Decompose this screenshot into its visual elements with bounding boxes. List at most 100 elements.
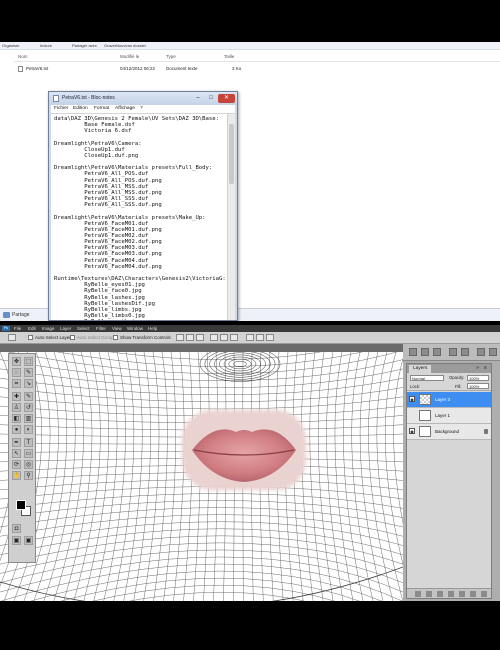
column-type[interactable]: Type [166,54,176,59]
ps-menu-layer[interactable]: Layer [60,325,71,332]
type-tool[interactable]: T [24,438,33,447]
zoom-tool[interactable]: ⚲ [24,471,33,480]
toolbar-share[interactable]: Partager avec [72,42,97,50]
ps-menu-file[interactable]: File [14,325,21,332]
notepad-scrollbar[interactable] [227,114,235,320]
marquee-tool[interactable]: ⬚ [24,357,33,366]
adjustment-layer-icon[interactable] [448,591,454,597]
align-bottom-icon[interactable] [196,334,204,341]
tab-layers[interactable]: Layers [409,365,432,373]
3d-rotate-tool[interactable]: ⟳ [12,460,21,469]
dodge-tool[interactable]: ◐ [24,425,33,434]
styles-panel-icon[interactable] [461,348,469,356]
layers-panel: Layers » ≡ Normal Opacity: 100% Lock: Fi… [406,363,492,599]
column-size[interactable]: Taille [224,54,234,59]
scrollbar-thumb[interactable] [229,124,234,184]
toolbar-organize[interactable]: Organiser [2,42,20,50]
menu-format[interactable]: Format [94,106,109,111]
lasso-tool[interactable]: ◌ [12,368,21,377]
align-right-icon[interactable] [230,334,238,341]
clone-stamp-tool[interactable]: ♙ [12,403,21,412]
menu-help[interactable]: ? [140,106,143,111]
quick-select-tool[interactable]: ✎ [24,368,33,377]
close-button[interactable]: ✕ [218,94,235,103]
layer-style-icon[interactable] [426,591,432,597]
ps-menu-help[interactable]: Help [148,325,157,332]
eyedropper-tool[interactable]: ↘ [24,379,33,388]
distribute-middle-icon[interactable] [256,334,264,341]
minimize-button[interactable]: – [192,94,204,103]
toolbar-include[interactable]: Inclure [40,42,52,50]
blur-tool[interactable]: ● [12,425,21,434]
maximize-button[interactable]: □ [205,94,217,103]
layer-row-layer-1[interactable]: Layer 1 [407,408,491,424]
menu-file[interactable]: Fichier [54,106,68,111]
menu-edit[interactable]: Edition [73,106,88,111]
align-center-icon[interactable] [220,334,228,341]
healing-tool[interactable]: ✚ [12,392,21,401]
shape-tool[interactable]: ▭ [24,449,33,458]
toolbar-new-folder[interactable]: Nouveau dossier [116,42,146,50]
visibility-eye-icon[interactable]: ◉ [409,428,415,434]
notepad-titlebar[interactable]: PetraV6.txt - Bloc-notes – □ ✕ [49,92,237,105]
menu-view[interactable]: Affichage [115,106,135,111]
align-top-icon[interactable] [176,334,184,341]
align-middle-icon[interactable] [186,334,194,341]
foreground-color-swatch[interactable] [16,500,26,510]
channels-panel-icon[interactable] [477,348,485,356]
paths-panel-icon[interactable] [489,348,497,356]
ps-menu-image[interactable]: Image [42,325,55,332]
path-select-tool[interactable]: ↖ [12,449,21,458]
document-canvas[interactable] [0,352,403,601]
brush-tool[interactable]: ✎ [24,392,33,401]
screen-mode-alt-button[interactable]: ▣ [24,536,33,545]
layers-footer [407,588,491,598]
column-name[interactable]: Nom [18,54,28,59]
ps-menu-select[interactable]: Select [77,325,90,332]
auto-select-groups-checkbox[interactable] [70,335,75,340]
move-tool-icon[interactable] [8,334,16,341]
column-modified[interactable]: Modifié le [120,54,139,59]
adjustments-panel-icon[interactable] [449,348,457,356]
collapse-icon[interactable]: » [474,365,481,372]
hand-tool[interactable]: ✋ [12,471,21,480]
screen-mode-button[interactable]: ▣ [12,536,21,545]
notepad-text-area[interactable]: data\DAZ 3D\Genesis 2 Female\UV Sets\DAZ… [51,114,227,320]
swatches-panel-icon[interactable] [433,348,441,356]
new-layer-icon[interactable] [470,591,476,597]
history-panel-icon[interactable] [409,348,417,356]
opacity-input[interactable]: 100% [467,375,489,381]
ps-menu-edit[interactable]: Edit [28,325,36,332]
transform-controls-checkbox[interactable] [113,335,118,340]
toolbar-burn[interactable]: Graver [104,42,116,50]
notepad-content: data\DAZ 3D\Genesis 2 Female\UV Sets\DAZ… [54,116,226,320]
layer-row-background[interactable]: ◉ Background [407,424,491,440]
eraser-tool[interactable]: ◧ [12,414,21,423]
column-headers: Nom Modifié le Type Taille [14,53,500,62]
color-panel-icon[interactable] [421,348,429,356]
distribute-bottom-icon[interactable] [266,334,274,341]
new-group-icon[interactable] [459,591,465,597]
visibility-eye-icon[interactable]: ◉ [409,396,415,402]
auto-select-checkbox[interactable] [28,335,33,340]
align-left-icon[interactable] [210,334,218,341]
3d-orbit-tool[interactable]: ◎ [24,460,33,469]
gradient-tool[interactable]: ▥ [24,414,33,423]
panel-menu-icon[interactable]: ≡ [482,365,489,372]
link-layers-icon[interactable] [415,591,421,597]
layer-mask-icon[interactable] [437,591,443,597]
ps-menu-view[interactable]: View [112,325,122,332]
move-tool[interactable]: ✥ [12,357,21,366]
fill-input[interactable]: 100% [467,383,489,389]
distribute-top-icon[interactable] [246,334,254,341]
quick-mask-button[interactable]: ◘ [12,524,21,533]
delete-layer-icon[interactable] [481,591,487,597]
file-row[interactable]: PetraV6.txt 04/12/2012 06:22 Document te… [14,65,500,74]
ps-menu-window[interactable]: Window [127,325,143,332]
history-brush-tool[interactable]: ↺ [24,403,33,412]
layer-row-layer-3[interactable]: ◉ Layer 3 [407,392,491,408]
crop-tool[interactable]: ⌗ [12,379,21,388]
ps-menu-filter[interactable]: Filter [96,325,106,332]
pen-tool[interactable]: ✒ [12,438,21,447]
blend-mode-select[interactable]: Normal [410,375,444,381]
